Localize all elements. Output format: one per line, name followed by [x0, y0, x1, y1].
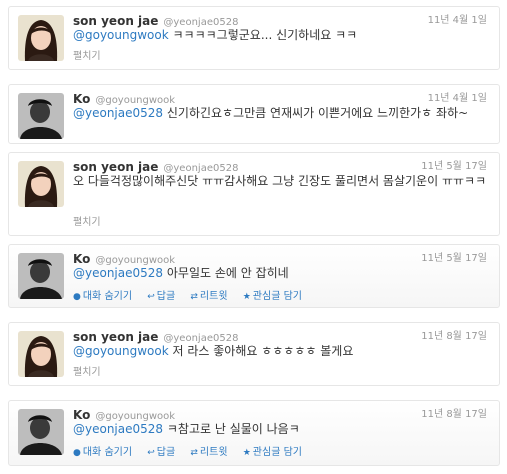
tweet-date[interactable]: 11년 4월 1일 — [428, 89, 487, 104]
tweet-card[interactable]: son yeon jae @yeonjae0528 11년 4월 1일 @goyo… — [8, 6, 500, 70]
tweet-card[interactable]: son yeon jae @yeonjae0528 11년 5월 17일 오 다들… — [8, 152, 500, 236]
tweet-date[interactable]: 11년 8월 17일 — [421, 405, 487, 420]
avatar[interactable] — [18, 161, 64, 207]
retweet-button[interactable]: ⇄ 리트윗 — [190, 447, 227, 458]
expand-link[interactable]: 펼치기 — [73, 47, 101, 62]
avatar[interactable] — [18, 409, 64, 455]
avatar[interactable] — [18, 15, 64, 61]
mention-link[interactable]: @yeonjae0528 — [73, 266, 163, 280]
tweet-date[interactable]: 11년 8월 17일 — [421, 327, 487, 342]
tweet-text: @goyoungwook ㅋㅋㅋㅋ그렇군요... 신기하네요 ㅋㅋ — [73, 26, 489, 44]
tweet-actions: ● 대화 숨기기 ↩ 답글 ⇄ 리트윗 ★ 관심글 담기 — [73, 287, 314, 302]
tweet-message: ㅋ참고로 난 실물이 나음ㅋ — [163, 422, 300, 436]
tweet-message: 아무일도 손에 안 잡히네 — [163, 266, 289, 280]
hide-conversation-label: 대화 숨기기 — [82, 291, 133, 302]
profile-photo-son — [18, 331, 64, 377]
reply-arrow-icon: ↩ — [147, 448, 155, 458]
tweet-text: 오 다들걱정많이해주신닷 ㅠㅠ감사해요 그냥 긴장도 풀리면서 몸살기운이 ㅠㅠ… — [73, 172, 489, 190]
tweet-message: 저 라스 좋아해요 ㅎㅎㅎㅎㅎ 볼게요 — [168, 344, 354, 358]
retweet-icon: ⇄ — [190, 448, 198, 458]
speech-bubble-icon: ● — [73, 292, 81, 302]
mention-link[interactable]: @goyoungwook — [73, 28, 169, 42]
favorite-label: 관심글 담기 — [252, 447, 302, 458]
hide-conversation-button[interactable]: ● 대화 숨기기 — [73, 291, 132, 302]
star-icon: ★ — [242, 292, 251, 302]
mention-link[interactable]: @goyoungwook — [73, 344, 169, 358]
avatar[interactable] — [18, 331, 64, 377]
favorite-button[interactable]: ★ 관심글 담기 — [243, 291, 302, 302]
reply-label: 답글 — [156, 447, 176, 458]
tweet-date[interactable]: 11년 4월 1일 — [428, 11, 487, 26]
mention-link[interactable]: @yeonjae0528 — [73, 422, 163, 436]
hide-conversation-button[interactable]: ● 대화 숨기기 — [73, 447, 132, 458]
speech-bubble-icon: ● — [73, 448, 81, 458]
tweet-card[interactable]: Ko @goyoungwook 11년 5월 17일 @yeonjae0528 아… — [8, 244, 500, 308]
tweet-card[interactable]: Ko @goyoungwook 11년 8월 17일 @yeonjae0528 ㅋ… — [8, 400, 500, 466]
tweet-text: @yeonjae0528 ㅋ참고로 난 실물이 나음ㅋ — [73, 420, 489, 438]
retweet-label: 리트윗 — [199, 447, 228, 458]
mention-link[interactable]: @yeonjae0528 — [73, 106, 163, 120]
profile-photo-ko — [18, 93, 64, 139]
favorite-button[interactable]: ★ 관심글 담기 — [243, 447, 302, 458]
favorite-label: 관심글 담기 — [252, 291, 302, 302]
tweet-date[interactable]: 11년 5월 17일 — [421, 157, 487, 172]
profile-photo-ko — [18, 253, 64, 299]
profile-photo-son — [18, 161, 64, 207]
tweet-message: 오 다들걱정많이해주신닷 ㅠㅠ감사해요 그냥 긴장도 풀리면서 몸살기운이 ㅠㅠ… — [73, 174, 487, 188]
profile-photo-son — [18, 15, 64, 61]
tweet-card[interactable]: son yeon jae @yeonjae0528 11년 8월 17일 @goy… — [8, 322, 500, 386]
tweet-text: @yeonjae0528 신기하긴요ㅎ그만큼 연재씨가 이쁜거에요 느끼한가ㅎ … — [73, 104, 489, 122]
expand-link[interactable]: 펼치기 — [73, 213, 101, 228]
retweet-label: 리트윗 — [199, 291, 228, 302]
tweet-actions: ● 대화 숨기기 ↩ 답글 ⇄ 리트윗 ★ 관심글 담기 — [73, 443, 314, 458]
tweet-date[interactable]: 11년 5월 17일 — [421, 249, 487, 264]
hide-conversation-label: 대화 숨기기 — [82, 447, 133, 458]
retweet-button[interactable]: ⇄ 리트윗 — [190, 291, 227, 302]
tweet-message: 신기하긴요ㅎ그만큼 연재씨가 이쁜거에요 느끼한가ㅎ 좌하~ — [163, 106, 469, 120]
tweet-timeline: son yeon jae @yeonjae0528 11년 4월 1일 @goyo… — [0, 0, 507, 474]
tweet-message: ㅋㅋㅋㅋ그렇군요... 신기하네요 ㅋㅋ — [168, 28, 358, 42]
tweet-card[interactable]: Ko @goyoungwook 11년 4월 1일 @yeonjae0528 신기… — [8, 84, 500, 144]
reply-label: 답글 — [156, 291, 176, 302]
reply-arrow-icon: ↩ — [147, 292, 155, 302]
reply-button[interactable]: ↩ 답글 — [147, 447, 175, 458]
avatar[interactable] — [18, 253, 64, 299]
profile-photo-ko — [18, 409, 64, 455]
expand-link[interactable]: 펼치기 — [73, 363, 101, 378]
tweet-text: @goyoungwook 저 라스 좋아해요 ㅎㅎㅎㅎㅎ 볼게요 — [73, 342, 489, 360]
star-icon: ★ — [242, 448, 251, 458]
avatar[interactable] — [18, 93, 64, 139]
reply-button[interactable]: ↩ 답글 — [147, 291, 175, 302]
tweet-text: @yeonjae0528 아무일도 손에 안 잡히네 — [73, 264, 489, 282]
retweet-icon: ⇄ — [190, 292, 198, 302]
